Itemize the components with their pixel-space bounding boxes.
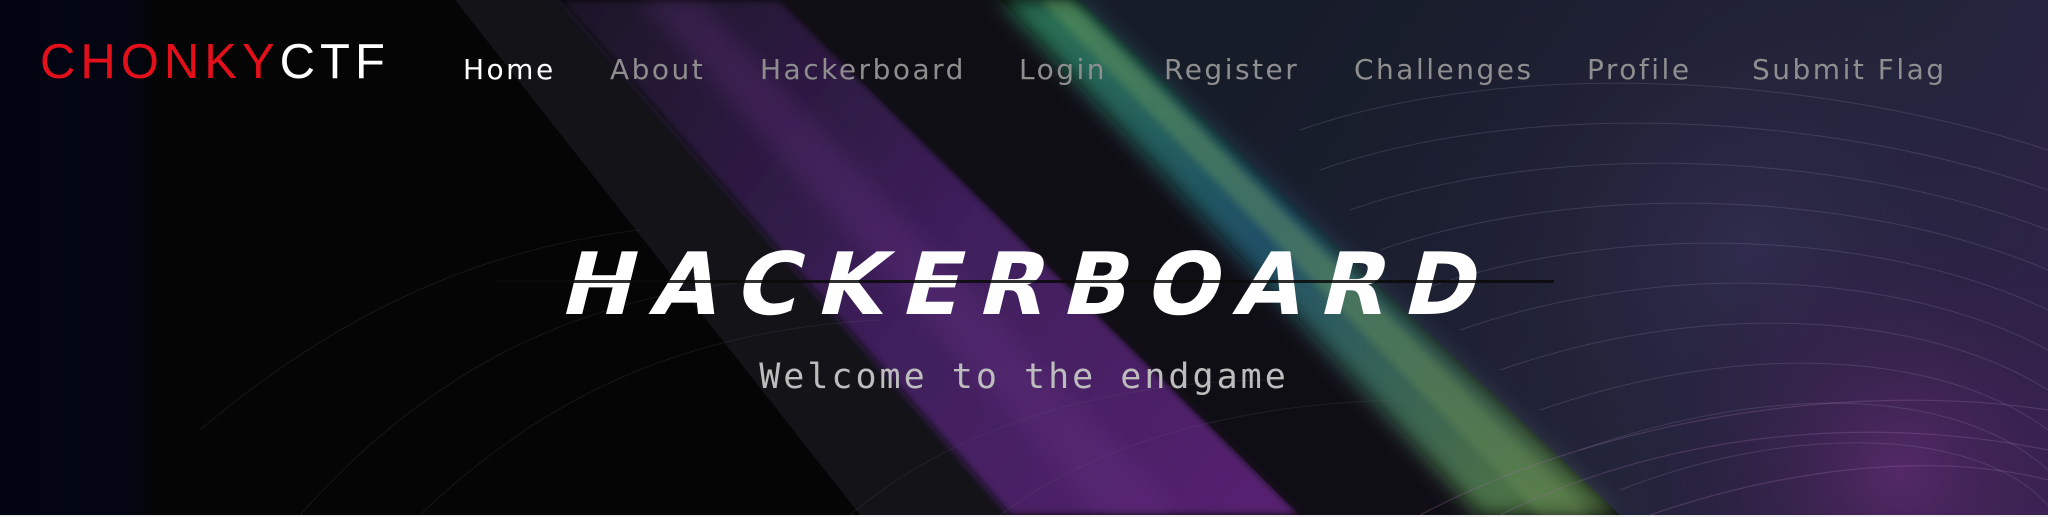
nav-item-hackerboard[interactable]: Hackerboard xyxy=(760,50,966,90)
nav-item-home[interactable]: Home xyxy=(463,50,556,90)
brand-logo[interactable]: CHONKYCTF xyxy=(40,34,390,90)
nav-item-login[interactable]: Login xyxy=(1019,50,1107,90)
page: CHONKYCTF Home About Hackerboard Login R… xyxy=(0,0,2048,517)
hero-title: HACKERBOARD xyxy=(0,228,2048,338)
hero-title-graphic: HACKERBOARD xyxy=(494,234,1554,335)
brand-logo-red-part: CHONKY xyxy=(40,35,280,89)
brand-logo-white-part: CTF xyxy=(279,35,390,89)
hero-subtitle: Welcome to the endgame xyxy=(759,357,1289,397)
hero-title-text: HACKERBOARD xyxy=(553,234,1510,334)
hero-banner: CHONKYCTF Home About Hackerboard Login R… xyxy=(0,0,2048,515)
nav-item-about[interactable]: About xyxy=(610,50,705,90)
nav-item-challenges[interactable]: Challenges xyxy=(1354,50,1534,90)
nav-item-submit-flag[interactable]: Submit Flag xyxy=(1752,50,1947,90)
nav-item-profile[interactable]: Profile xyxy=(1587,50,1692,90)
nav-item-register[interactable]: Register xyxy=(1164,50,1299,90)
